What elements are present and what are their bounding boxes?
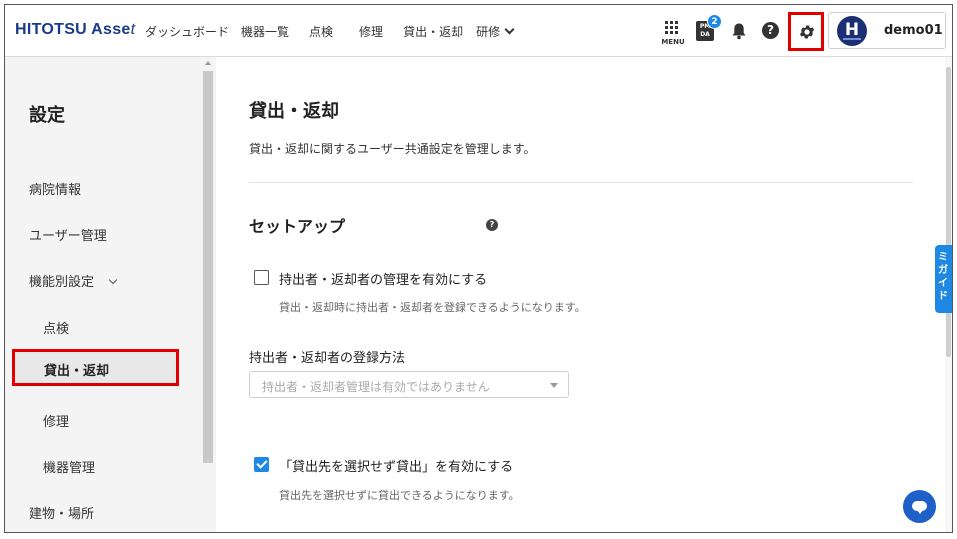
select-placeholder: 持出者・返却者管理は有効ではありません [262,380,490,394]
sidebar-scrollbar[interactable] [203,57,216,532]
nav-lending-return[interactable]: 貸出・返却 [403,23,463,40]
menu-button[interactable]: MENU [660,19,685,49]
sidebar-item-repair[interactable]: 修理 [43,411,69,430]
help-icon[interactable]: ? [486,219,498,231]
sidebar-item-feature-settings[interactable]: 機能別設定 [29,271,118,290]
registration-method-label: 持出者・返却者の登録方法 [249,351,406,366]
logo-text: HITOTSU Asse [15,21,131,38]
settings-button[interactable] [788,12,824,51]
page-description: 貸出・返却に関するユーザー共通設定を管理します。 [249,142,536,156]
help-icon[interactable]: ? [762,22,779,39]
sidebar-item-lending-return[interactable]: 貸出・返却 [12,349,179,386]
user-menu[interactable]: H demo01 [828,12,946,49]
settings-sidebar: 設定 病院情報 ユーザー管理 機能別設定 点検 貸出・返却 修理 機器管理 建物… [5,57,216,532]
chat-bubble-icon [912,501,927,514]
menu-label: MENU [661,38,685,46]
sidebar-item-equipment-management[interactable]: 機器管理 [43,457,95,476]
app-window: HITOTSU Asset ダッシュボード 機器一覧 点検 修理 貸出・返却 研… [4,4,953,533]
sidebar-scroll-thumb[interactable] [203,71,213,463]
gear-icon [799,25,815,39]
chat-button[interactable] [903,490,936,523]
sidebar-item-hospital-info[interactable]: 病院情報 [29,179,81,198]
nav-training[interactable]: 研修 [476,23,515,40]
bell-icon[interactable] [731,22,747,40]
chevron-down-icon [504,24,515,35]
sidebar-item-user-management[interactable]: ユーザー管理 [29,225,107,244]
scroll-up-arrow-icon[interactable] [205,61,211,65]
top-header: HITOTSU Asset ダッシュボード 機器一覧 点検 修理 貸出・返却 研… [5,5,952,57]
nav-equipment-list[interactable]: 機器一覧 [241,23,289,40]
guide-tab-label: ミガイド [938,252,948,302]
sidebar-title: 設定 [29,105,65,126]
guide-tab[interactable]: ミガイド [935,245,952,313]
avatar: H [837,16,867,46]
nav-training-label: 研修 [476,25,501,39]
sidebar-item-building-location[interactable]: 建物・場所 [29,503,94,522]
settings-content: 貸出・返却 貸出・返却に関するユーザー共通設定を管理します。 セットアップ ? … [216,57,952,532]
content-scroll-thumb[interactable] [946,67,951,357]
registration-method-select[interactable]: 持出者・返却者管理は有効ではありません [249,371,569,398]
nav-dashboard[interactable]: ダッシュボード [145,23,229,40]
lend-without-destination-help: 貸出先を選択せずに貸出できるようになります。 [279,489,520,502]
caret-down-icon [550,383,558,388]
grid-icon [665,21,678,34]
logo-text-tail: t [130,21,136,38]
username: demo01 [884,23,943,38]
lend-without-destination-checkbox[interactable] [254,457,269,472]
sidebar-item-inspection[interactable]: 点検 [43,318,69,337]
divider [249,182,913,183]
app-logo[interactable]: HITOTSU Asset [15,21,135,39]
chevron-down-icon [108,275,118,285]
lend-without-destination-label[interactable]: 「貸出先を選択せず貸出」を有効にする [279,456,513,475]
section-title: セットアップ [249,217,346,236]
sidebar-item-label: 貸出・返却 [44,364,110,379]
nav-repair[interactable]: 修理 [359,23,383,40]
nav-inspection[interactable]: 点検 [309,23,333,40]
manage-borrower-checkbox[interactable] [254,270,269,285]
sidebar-item-label: 機能別設定 [29,275,95,290]
main-nav: ダッシュボード 機器一覧 点検 修理 貸出・返却 研修 [145,23,515,40]
notification-count-badge: 2 [707,14,722,29]
manage-borrower-help: 貸出・返却時に持出者・返却者を登録できるようになります。 [279,301,586,314]
page-title: 貸出・返却 [249,101,339,122]
manage-borrower-label[interactable]: 持出者・返却者の管理を有効にする [279,269,487,288]
